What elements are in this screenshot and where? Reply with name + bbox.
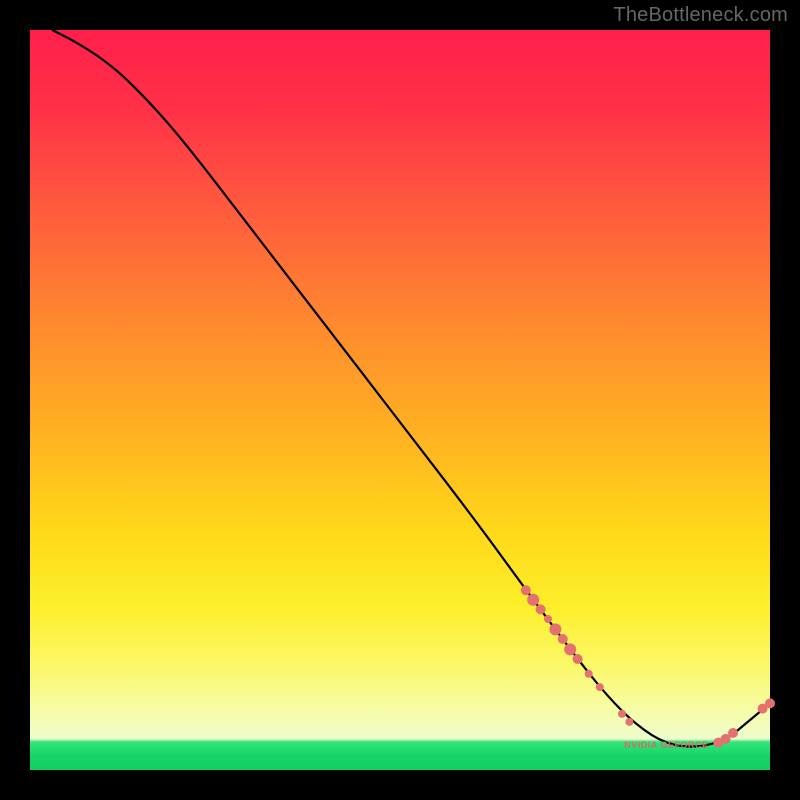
data-marker: [573, 654, 583, 664]
curve-layer: NVIDIA GEFORCE: [30, 30, 770, 770]
data-marker: [521, 585, 531, 595]
data-marker: [625, 718, 633, 726]
data-marker: [527, 594, 539, 606]
cluster-label: NVIDIA GEFORCE: [624, 740, 708, 750]
data-marker: [585, 670, 593, 678]
data-marker: [549, 623, 561, 635]
data-marker: [536, 604, 546, 614]
data-marker: [596, 683, 604, 691]
data-marker: [558, 634, 568, 644]
data-marker: [564, 643, 576, 655]
data-marker: [728, 728, 738, 738]
chart-frame: TheBottleneck.com NVIDIA GEFORCE: [0, 0, 800, 800]
bottleneck-curve: [52, 30, 770, 747]
watermark-text: TheBottleneck.com: [613, 4, 788, 27]
plot-area: NVIDIA GEFORCE: [30, 30, 770, 770]
data-marker: [765, 698, 775, 708]
marker-group: [521, 585, 775, 747]
data-marker: [544, 615, 552, 623]
data-marker: [618, 710, 626, 718]
